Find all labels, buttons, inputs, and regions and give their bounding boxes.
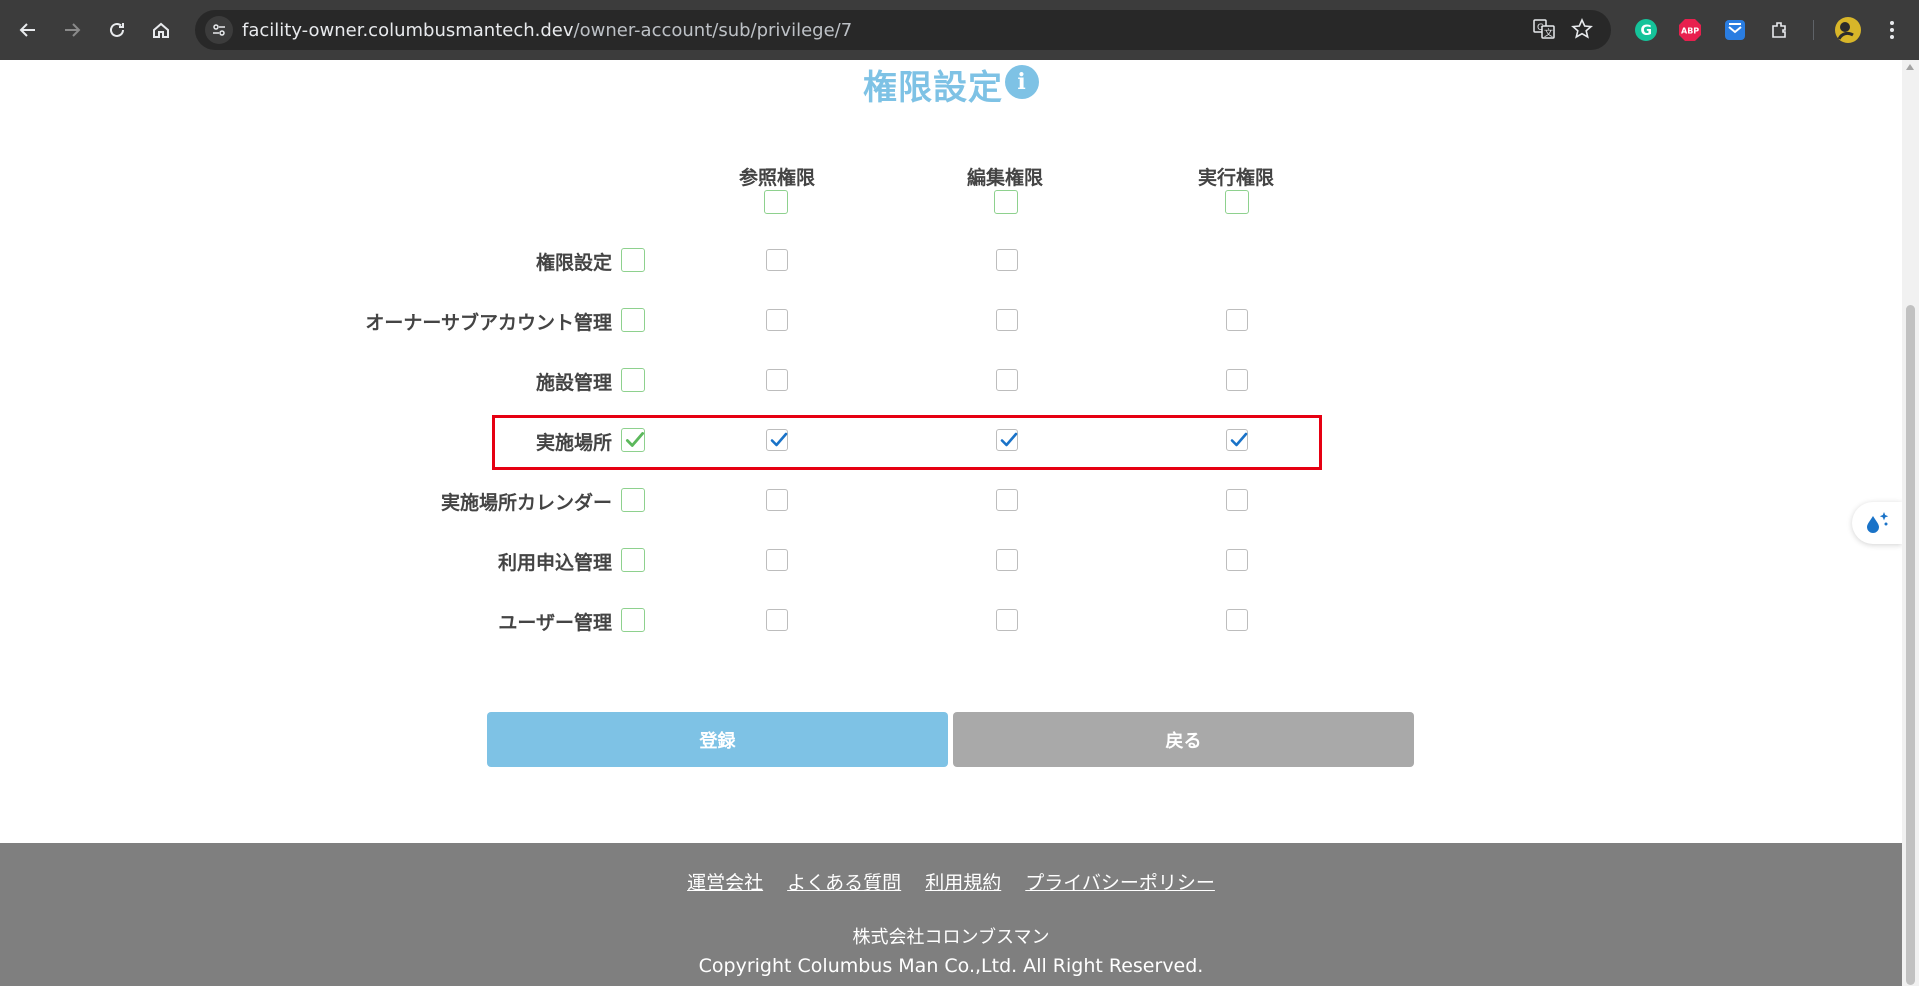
column-select-all-exec-checkbox[interactable] <box>1225 190 1249 214</box>
row-label: 施設管理 <box>535 372 612 394</box>
exec-permission-checkbox[interactable] <box>1226 309 1248 331</box>
row-label: 実施場所 <box>535 432 612 454</box>
footer-link-privacy[interactable]: プライバシーポリシー <box>1025 872 1215 894</box>
footer-link-faq[interactable]: よくある質問 <box>787 872 901 894</box>
row-label: 利用申込管理 <box>497 552 612 574</box>
edit-permission-checkbox[interactable] <box>996 369 1018 391</box>
scrollbar-thumb[interactable] <box>1906 305 1915 985</box>
column-header-view: 参照権限 <box>738 167 815 189</box>
view-permission-checkbox[interactable] <box>766 249 788 271</box>
row-label: 権限設定 <box>535 252 612 274</box>
footer-company-name: 株式会社コロンブスマン <box>852 927 1050 948</box>
url-host: facility-owner.columbusmantech.dev <box>242 20 574 41</box>
row-select-all-checkbox[interactable] <box>621 488 645 512</box>
page-title-text: 権限設定 <box>863 68 1003 108</box>
row-label: ユーザー管理 <box>498 612 612 634</box>
column-header-exec: 実行権限 <box>1197 167 1274 189</box>
footer-link-company[interactable]: 運営会社 <box>687 872 763 894</box>
profile-avatar[interactable] <box>1834 16 1862 44</box>
pocket-icon[interactable] <box>1723 18 1747 42</box>
page-title: 権限設定 i <box>0 60 1902 109</box>
back-icon[interactable] <box>12 14 44 46</box>
view-permission-checkbox[interactable] <box>766 309 788 331</box>
site-info-icon[interactable] <box>205 16 233 44</box>
row-label: オーナーサブアカウント管理 <box>365 312 612 334</box>
edit-permission-checkbox[interactable] <box>996 489 1018 511</box>
reload-icon[interactable] <box>101 14 133 46</box>
edit-permission-checkbox[interactable] <box>996 249 1018 271</box>
view-permission-checkbox[interactable] <box>766 489 788 511</box>
footer-copyright: Copyright Columbus Man Co.,Ltd. All Righ… <box>698 955 1204 977</box>
footer-links: 運営会社 よくある質問 利用規約 プライバシーポリシー <box>0 868 1902 895</box>
address-bar[interactable]: facility-owner.columbusmantech.dev/owner… <box>195 10 1611 50</box>
svg-text:文: 文 <box>1544 27 1553 39</box>
edit-permission-checkbox[interactable] <box>996 429 1018 451</box>
extensions-icon[interactable] <box>1768 18 1792 42</box>
edit-permission-checkbox[interactable] <box>996 549 1018 571</box>
edit-permission-checkbox[interactable] <box>996 309 1018 331</box>
row-select-all-checkbox[interactable] <box>621 548 645 572</box>
adblock-icon[interactable]: ABP <box>1678 18 1702 42</box>
exec-permission-checkbox[interactable] <box>1226 549 1248 571</box>
menu-icon[interactable] <box>1880 18 1904 42</box>
edit-permission-checkbox[interactable] <box>996 609 1018 631</box>
highlight-box <box>492 415 1322 470</box>
row-select-all-checkbox[interactable] <box>621 608 645 632</box>
url-path: /owner-account/sub/privilege/7 <box>573 20 853 41</box>
row-select-all-checkbox[interactable] <box>621 248 645 272</box>
column-select-all-edit-checkbox[interactable] <box>994 190 1018 214</box>
row-select-all-checkbox[interactable] <box>621 368 645 392</box>
grammarly-letter: G <box>1641 23 1653 39</box>
view-permission-checkbox[interactable] <box>766 549 788 571</box>
forward-icon[interactable] <box>56 14 88 46</box>
view-permission-checkbox[interactable] <box>766 429 788 451</box>
register-button[interactable]: 登録 <box>487 712 948 767</box>
grammarly-icon[interactable]: G <box>1634 18 1658 42</box>
view-permission-checkbox[interactable] <box>766 609 788 631</box>
adblock-label: ABP <box>1681 27 1699 36</box>
row-label: 実施場所カレンダー <box>440 492 612 514</box>
info-icon[interactable]: i <box>1005 65 1039 99</box>
exec-permission-checkbox[interactable] <box>1226 369 1248 391</box>
translate-icon[interactable]: G文 <box>1533 18 1555 44</box>
home-icon[interactable] <box>145 14 177 46</box>
row-select-all-checkbox[interactable] <box>621 428 645 452</box>
scroll-up-arrow-icon[interactable] <box>1906 64 1914 70</box>
toolbar-divider <box>1813 20 1814 40</box>
url-text: facility-owner.columbusmantech.dev/owner… <box>242 20 852 41</box>
column-header-edit: 編集権限 <box>966 167 1043 189</box>
exec-permission-checkbox[interactable] <box>1226 429 1248 451</box>
floating-widget[interactable] <box>1852 502 1902 544</box>
footer-link-terms[interactable]: 利用規約 <box>925 872 1001 894</box>
browser-toolbar: facility-owner.columbusmantech.dev/owner… <box>0 0 1919 60</box>
footer: 運営会社 よくある質問 利用規約 プライバシーポリシー 株式会社コロンブスマン … <box>0 843 1902 986</box>
exec-permission-checkbox[interactable] <box>1226 489 1248 511</box>
view-permission-checkbox[interactable] <box>766 369 788 391</box>
row-select-all-checkbox[interactable] <box>621 308 645 332</box>
exec-permission-checkbox[interactable] <box>1226 609 1248 631</box>
star-icon[interactable] <box>1571 18 1593 44</box>
column-select-all-view-checkbox[interactable] <box>764 190 788 214</box>
back-button[interactable]: 戻る <box>953 712 1414 767</box>
page-scrollbar[interactable] <box>1902 60 1919 986</box>
droplet-sparkle-icon <box>1867 512 1889 533</box>
